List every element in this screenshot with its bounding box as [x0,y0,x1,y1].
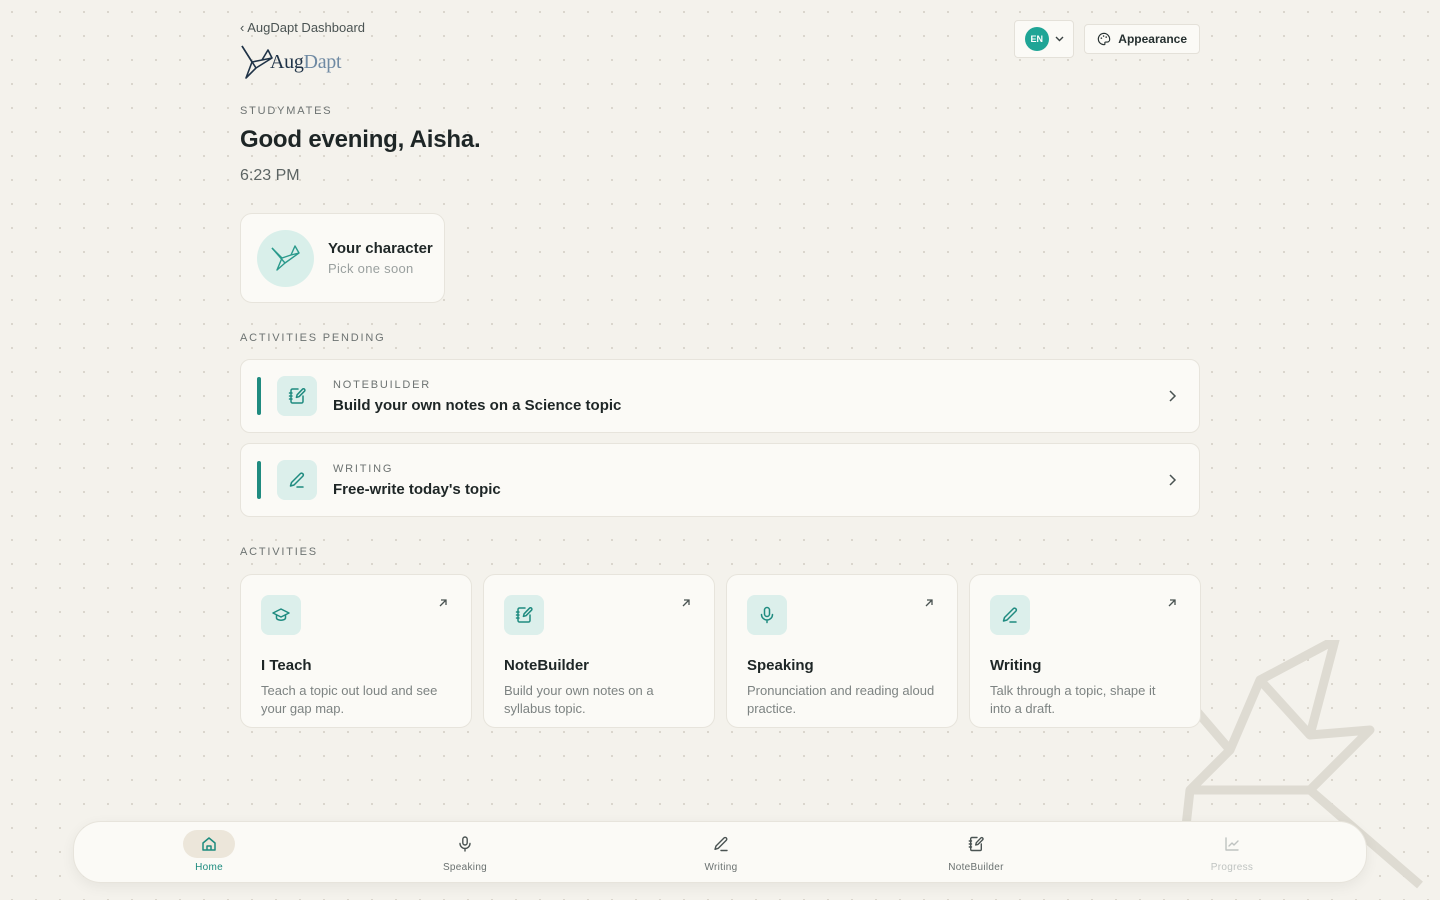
character-title: Your character [328,240,433,257]
nav-label: NoteBuilder [948,862,1004,873]
nav-item-progress[interactable]: Progress [1187,830,1277,873]
appearance-button[interactable]: Appearance [1084,24,1200,54]
arrow-up-right-icon [439,599,447,607]
pending-item-notebuilder[interactable]: NOTEBUILDER Build your own notes on a Sc… [240,359,1200,433]
language-badge: EN [1024,27,1049,51]
augdapt-logo: AugDapt [240,44,342,80]
bottom-nav: Home Speaking Writing NoteBuilder Progre… [73,821,1367,883]
studymates-kicker: STUDYMATES [240,105,333,117]
chevron-down-icon [1055,34,1064,44]
activity-description: Teach a topic out loud and see your gap … [261,683,438,716]
chart-icon [1206,830,1258,858]
activity-description: Talk through a topic, shape it into a dr… [990,683,1156,716]
activities-pending-label: ACTIVITIES PENDING [240,332,386,344]
activity-title: Writing [990,657,1042,674]
notebook-pen-icon [950,830,1002,858]
accent-bar [257,461,261,499]
pending-item-writing[interactable]: WRITING Free-write today's topic [240,443,1200,517]
nav-label: Progress [1210,862,1254,873]
pen-icon [695,830,747,858]
activity-card-notebuilder[interactable]: NoteBuilder Build your own notes on a sy… [483,574,715,728]
nav-item-writing[interactable]: Writing [676,830,766,873]
accent-bar [257,377,261,415]
activity-description: Pronunciation and reading aloud practice… [747,683,935,716]
crane-logo-icon [241,45,273,79]
arrow-up-right-icon [682,599,690,607]
pen-icon [990,595,1030,635]
notebook-pen-icon [277,376,317,416]
home-icon [183,830,235,858]
character-card[interactable]: Your character Pick one soon [240,213,445,303]
nav-item-speaking[interactable]: Speaking [420,830,510,873]
chevron-right-icon [1169,390,1177,402]
nav-label: Speaking [442,862,488,873]
greeting-title: Good evening, Aisha. [240,126,481,153]
nav-label: Home [195,862,223,873]
activities-label: ACTIVITIES [240,546,318,558]
arrow-up-right-icon [925,599,933,607]
pending-title: Build your own notes on a Science topic [333,396,622,414]
crane-icon [257,229,314,287]
language-selector[interactable]: EN [1014,20,1075,58]
appearance-label: Appearance [1118,32,1187,46]
activity-description: Build your own notes on a syllabus topic… [504,683,654,716]
graduation-cap-icon [261,595,301,635]
arrow-up-right-icon [1168,599,1176,607]
activity-card-i-teach[interactable]: I Teach Teach a topic out loud and see y… [240,574,472,728]
back-to-dashboard-link[interactable]: ‹ AugDapt Dashboard [240,20,365,35]
activity-title: Speaking [747,657,814,674]
activity-title: NoteBuilder [504,657,590,674]
notebook-pen-icon [504,595,544,635]
microphone-icon [439,830,491,858]
activity-card-writing[interactable]: Writing Talk through a topic, shape it i… [969,574,1201,728]
pending-title: Free-write today's topic [333,480,501,498]
logo-aug-text: Aug [270,50,304,73]
activity-card-speaking[interactable]: Speaking Pronunciation and reading aloud… [726,574,958,728]
nav-item-notebuilder[interactable]: NoteBuilder [931,830,1021,873]
nav-item-home[interactable]: Home [164,830,254,873]
activity-title: I Teach [261,657,312,674]
palette-icon [1098,32,1111,46]
microphone-icon [747,595,787,635]
current-time: 6:23 PM [240,167,300,184]
pen-icon [277,460,317,500]
logo-dapt-text: Dapt [303,50,342,73]
nav-label: Writing [704,862,738,873]
pending-kicker: NOTEBUILDER [333,378,432,391]
pending-kicker: WRITING [333,462,394,475]
character-subtitle: Pick one soon [328,261,414,276]
chevron-right-icon [1169,474,1177,486]
